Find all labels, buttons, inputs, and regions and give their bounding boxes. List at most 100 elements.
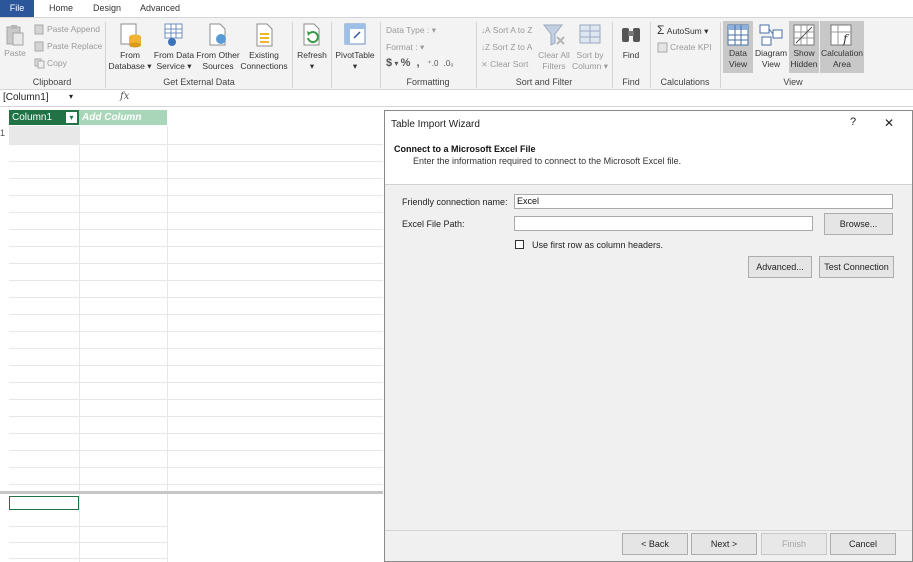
sort-by-column-button[interactable]: Sort by Column ▾ — [572, 22, 608, 71]
paste-replace-icon — [34, 41, 44, 52]
test-connection-button[interactable]: Test Connection — [819, 256, 894, 278]
file-path-label: Excel File Path: — [402, 219, 465, 229]
calc-area-gridline — [9, 526, 167, 527]
grid-row-line — [9, 314, 383, 315]
friendly-name-input[interactable]: Excel — [514, 194, 893, 209]
grid-row-line — [9, 467, 383, 468]
other-sources-icon — [209, 23, 226, 46]
clear-sort-icon: ⨯ — [481, 60, 488, 69]
clear-sort-button[interactable]: ⨯ Clear Sort — [481, 59, 528, 70]
show-hidden-icon — [793, 24, 815, 46]
autosum-button[interactable]: Σ AutoSum ▾ — [657, 24, 708, 36]
from-other-label-2: Sources — [202, 60, 234, 71]
splitter-bar[interactable] — [0, 491, 383, 494]
paste-icon — [6, 25, 24, 46]
grid-row-line — [9, 399, 383, 400]
paste-replace-label: Paste Replace — [47, 41, 103, 51]
first-row-checkbox[interactable] — [515, 240, 524, 249]
create-kpi-button[interactable]: Create KPI — [657, 42, 712, 53]
browse-button[interactable]: Browse... — [824, 213, 893, 235]
advanced-button[interactable]: Advanced... — [748, 256, 812, 278]
format-dropdown[interactable]: Format : ▾ — [386, 42, 424, 52]
autosum-label: AutoSum — [666, 26, 702, 36]
data-view-button[interactable]: Data View — [723, 21, 753, 73]
grid-column-line — [167, 126, 168, 491]
calc-area-gridline — [167, 494, 168, 562]
refresh-icon — [303, 23, 320, 46]
clear-all-filters-button[interactable]: Clear All Filters — [536, 22, 572, 71]
grid-row-line — [9, 450, 383, 451]
show-hidden-label-2: Hidden — [790, 58, 818, 69]
refresh-button[interactable]: Refresh ▾ — [294, 22, 330, 71]
decrease-decimal-icon[interactable]: .0₀ — [444, 59, 454, 68]
file-path-input[interactable] — [514, 216, 813, 231]
refresh-label: Refresh — [297, 50, 327, 60]
percent-icon[interactable]: % — [401, 57, 411, 69]
from-data-service-label-2: Service — [156, 60, 185, 71]
sort-z-to-a-button[interactable]: ↓Z Sort Z to A — [481, 42, 532, 53]
sort-a-to-z-button[interactable]: ↓A Sort A to Z — [481, 25, 532, 36]
filter-dropdown-icon[interactable]: ▾ — [66, 112, 77, 123]
existing-connections-button[interactable]: Existing Connections — [240, 22, 288, 71]
paste-label: Paste — [4, 48, 26, 58]
grid-row-line — [9, 433, 383, 434]
paste-append-label: Paste Append — [47, 24, 100, 34]
tab-file[interactable]: File — [0, 0, 34, 17]
database-icon — [120, 23, 141, 48]
back-button[interactable]: < Back — [622, 533, 688, 555]
pivottable-label: PivotTable — [335, 50, 375, 60]
calc-area-gridline — [79, 494, 80, 562]
from-data-service-button[interactable]: From Data Service ▾ — [152, 22, 196, 71]
data-type-dropdown[interactable]: Data Type : ▾ — [386, 25, 436, 35]
cancel-button[interactable]: Cancel — [830, 533, 896, 555]
chevron-down-icon[interactable]: ▾ — [69, 92, 73, 101]
comma-icon[interactable]: , — [416, 57, 419, 69]
finish-button[interactable]: Finish — [761, 533, 827, 555]
diagram-view-button[interactable]: Diagram View — [754, 21, 788, 73]
name-box[interactable]: [Column1] ▾ — [3, 92, 73, 105]
grid-row-line — [9, 195, 383, 196]
add-column-header[interactable]: Add Column — [79, 110, 167, 125]
grid-row-line — [9, 365, 383, 366]
data-service-icon — [164, 23, 183, 46]
tab-advanced[interactable]: Advanced — [136, 0, 184, 17]
fx-icon[interactable]: fx — [120, 91, 129, 102]
calc-area-gridline — [9, 558, 167, 559]
grid-row-line — [9, 348, 383, 349]
active-cell[interactable] — [9, 496, 79, 510]
paste-append-button[interactable]: Paste Append — [34, 24, 100, 35]
paste-replace-button[interactable]: Paste Replace — [34, 41, 102, 52]
selected-column-cell[interactable] — [9, 126, 79, 144]
close-icon[interactable]: ✕ — [884, 116, 894, 130]
row-number-1: 1 — [0, 128, 6, 138]
pivottable-button[interactable]: PivotTable ▾ — [333, 22, 377, 71]
create-kpi-label: Create KPI — [670, 42, 712, 52]
grid-row-line — [9, 161, 383, 162]
column-header-column1[interactable]: Column1 ▾ — [9, 110, 79, 125]
from-other-sources-button[interactable]: From Other Sources — [196, 22, 240, 71]
copy-button[interactable]: Copy — [34, 58, 67, 69]
copy-icon — [34, 58, 45, 69]
from-database-button[interactable]: From Database ▾ — [108, 22, 152, 71]
calc-area-label-2: Area — [833, 58, 851, 69]
name-box-value: [Column1] — [3, 92, 49, 103]
increase-decimal-icon[interactable]: ⁺.0 — [428, 59, 439, 68]
paste-button[interactable]: Paste — [3, 24, 27, 59]
calculations-group-label: Calculations — [660, 77, 710, 87]
grid-row-line — [9, 144, 383, 145]
next-button[interactable]: Next > — [691, 533, 757, 555]
tab-home[interactable]: Home — [42, 0, 80, 17]
column1-label: Column1 — [12, 112, 53, 123]
find-button[interactable]: Find — [615, 22, 647, 61]
copy-label: Copy — [47, 58, 67, 68]
existing-label-2: Connections — [240, 60, 288, 71]
sort-by-label-1: Sort by — [576, 50, 604, 60]
tab-design[interactable]: Design — [88, 0, 126, 17]
grid-column-line — [79, 126, 80, 491]
show-hidden-button[interactable]: Show Hidden — [789, 21, 819, 73]
sort-ascending-icon: ↓A — [481, 26, 491, 35]
existing-label-1: Existing — [249, 50, 279, 60]
calculation-area-button[interactable]: f Calculation Area — [820, 21, 864, 73]
currency-dropdown-icon[interactable]: ▾ — [392, 59, 400, 68]
help-icon[interactable]: ? — [850, 116, 856, 128]
